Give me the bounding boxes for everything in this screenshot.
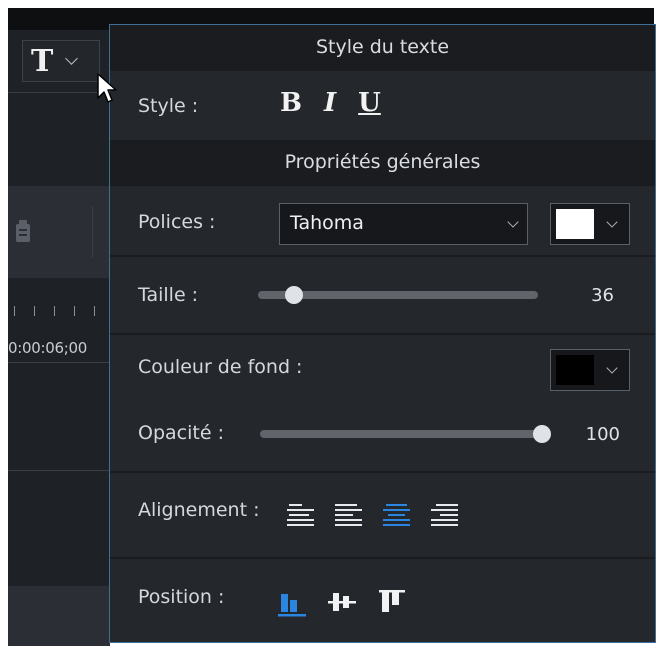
- opacity-label: Opacité :: [138, 422, 224, 444]
- section-header-text-style: Style du texte: [110, 25, 655, 71]
- timeline-timecode: 0:00:06;00: [8, 339, 87, 357]
- bg-color-label: Couleur de fond :: [138, 356, 303, 378]
- size-slider[interactable]: [258, 286, 538, 304]
- size-label: Taille :: [138, 284, 199, 306]
- font-label: Polices :: [138, 211, 216, 233]
- align-right-icon[interactable]: [430, 499, 459, 529]
- chevron-down-icon: [606, 216, 618, 228]
- size-value: 36: [591, 285, 614, 306]
- alignment-label: Alignement :: [138, 499, 260, 521]
- toolbar-divider: [8, 92, 110, 93]
- chevron-down-icon: [65, 51, 79, 65]
- position-top-icon[interactable]: [376, 586, 408, 618]
- toolbar-separator: [92, 206, 93, 258]
- background-editor-strip: [8, 8, 110, 646]
- position-label: Position :: [138, 586, 225, 608]
- bg-color-dropdown[interactable]: [550, 349, 630, 391]
- align-center-icon[interactable]: [382, 499, 411, 529]
- size-slider-handle[interactable]: [285, 286, 303, 304]
- underline-button[interactable]: U: [358, 88, 381, 118]
- chevron-down-icon: [507, 216, 519, 228]
- align-justify-icon[interactable]: [286, 499, 315, 529]
- divider: [110, 255, 655, 257]
- font-dropdown[interactable]: Tahoma: [279, 203, 528, 245]
- align-left-icon[interactable]: [334, 499, 363, 529]
- clipboard-icon[interactable]: [14, 218, 32, 244]
- style-buttons: B I U: [280, 88, 381, 118]
- opacity-value: 100: [585, 424, 620, 445]
- divider: [110, 333, 655, 335]
- bold-button[interactable]: B: [280, 88, 302, 118]
- position-bottom-icon[interactable]: [276, 586, 308, 618]
- position-buttons: [276, 586, 408, 618]
- bg-color-swatch: [556, 355, 594, 385]
- chevron-down-icon: [606, 362, 618, 374]
- font-color-dropdown[interactable]: [550, 203, 630, 245]
- divider: [110, 557, 655, 559]
- text-tool-icon: T: [31, 43, 54, 79]
- section-header-general-properties: Propriétés générales: [110, 140, 655, 186]
- divider: [110, 471, 655, 473]
- mouse-cursor-icon: [97, 73, 117, 103]
- font-color-swatch: [556, 209, 594, 239]
- opacity-slider-handle[interactable]: [533, 425, 551, 443]
- position-middle-icon[interactable]: [326, 586, 358, 618]
- track-divider: [8, 470, 110, 471]
- text-tool-button[interactable]: T: [22, 40, 100, 82]
- track-divider: [8, 362, 110, 363]
- font-dropdown-value: Tahoma: [290, 212, 364, 234]
- text-style-panel: Style du texte Style : B I U Propriétés …: [109, 24, 656, 643]
- track-band: [8, 586, 110, 646]
- timeline-ruler[interactable]: [8, 300, 110, 318]
- style-label: Style :: [138, 95, 199, 117]
- italic-button[interactable]: I: [324, 88, 336, 118]
- alignment-buttons: [286, 499, 459, 529]
- opacity-slider[interactable]: [260, 425, 551, 443]
